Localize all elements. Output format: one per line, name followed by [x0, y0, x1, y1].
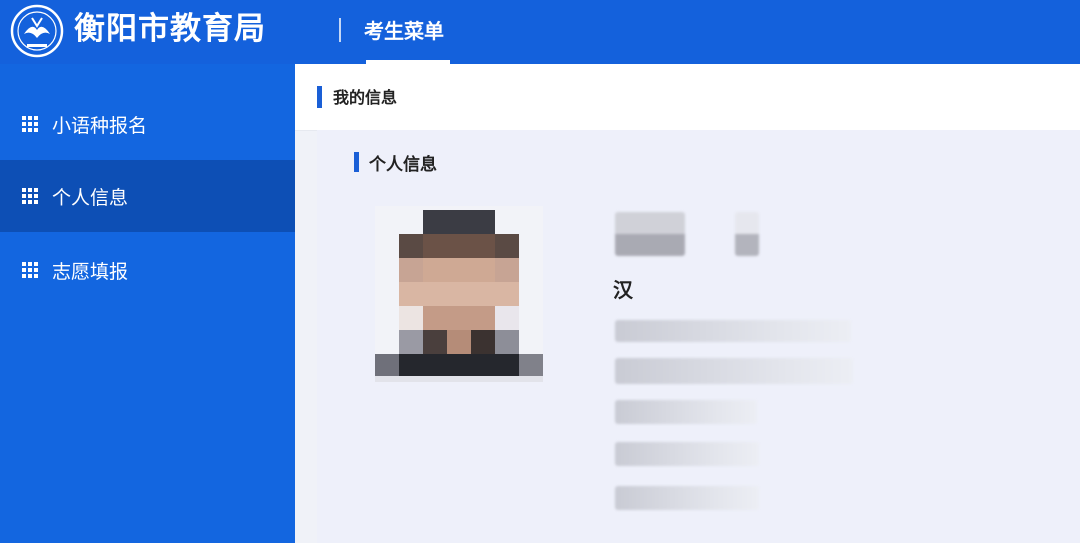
blurred-gender-field: [735, 212, 759, 256]
blurred-phone-field: [615, 486, 759, 510]
student-menu-tab[interactable]: 考生菜单: [364, 16, 444, 46]
blurred-name-field: [615, 212, 685, 256]
sidebar-item-personal-info[interactable]: 个人信息: [0, 160, 295, 232]
main-content: 我的信息 个人信息 汉: [295, 64, 1080, 543]
section-accent-bar: [354, 152, 359, 172]
sidebar-item-label: 志愿填报: [52, 260, 129, 283]
site-title: 衡阳市教育局: [74, 11, 266, 47]
sidebar-item-label: 小语种报名: [52, 114, 148, 137]
sidebar-item-minor-language[interactable]: 小语种报名: [0, 88, 295, 160]
blurred-id-number: [615, 320, 851, 342]
grid-icon: [22, 188, 38, 204]
sidebar-item-volunteer[interactable]: 志愿填报: [0, 234, 295, 306]
page-title: 我的信息: [333, 88, 398, 107]
section-title: 个人信息: [369, 155, 437, 175]
student-photo: [375, 206, 543, 382]
grid-icon: [22, 262, 38, 278]
blurred-exam-number: [615, 358, 853, 384]
education-bureau-logo-icon: [10, 4, 64, 58]
page-header: 我的信息: [295, 64, 1080, 131]
blurred-class-field: [615, 442, 759, 466]
blurred-school-field: [615, 400, 757, 424]
title-accent-bar: [317, 86, 322, 108]
grid-icon: [22, 116, 38, 132]
top-header: 衡阳市教育局 考生菜单: [0, 0, 1080, 64]
sidebar-item-label: 个人信息: [52, 186, 129, 209]
ethnicity-value: 汉: [613, 278, 633, 302]
header-divider: [339, 18, 341, 42]
sidebar: 小语种报名 个人信息 志愿填报: [0, 64, 295, 543]
